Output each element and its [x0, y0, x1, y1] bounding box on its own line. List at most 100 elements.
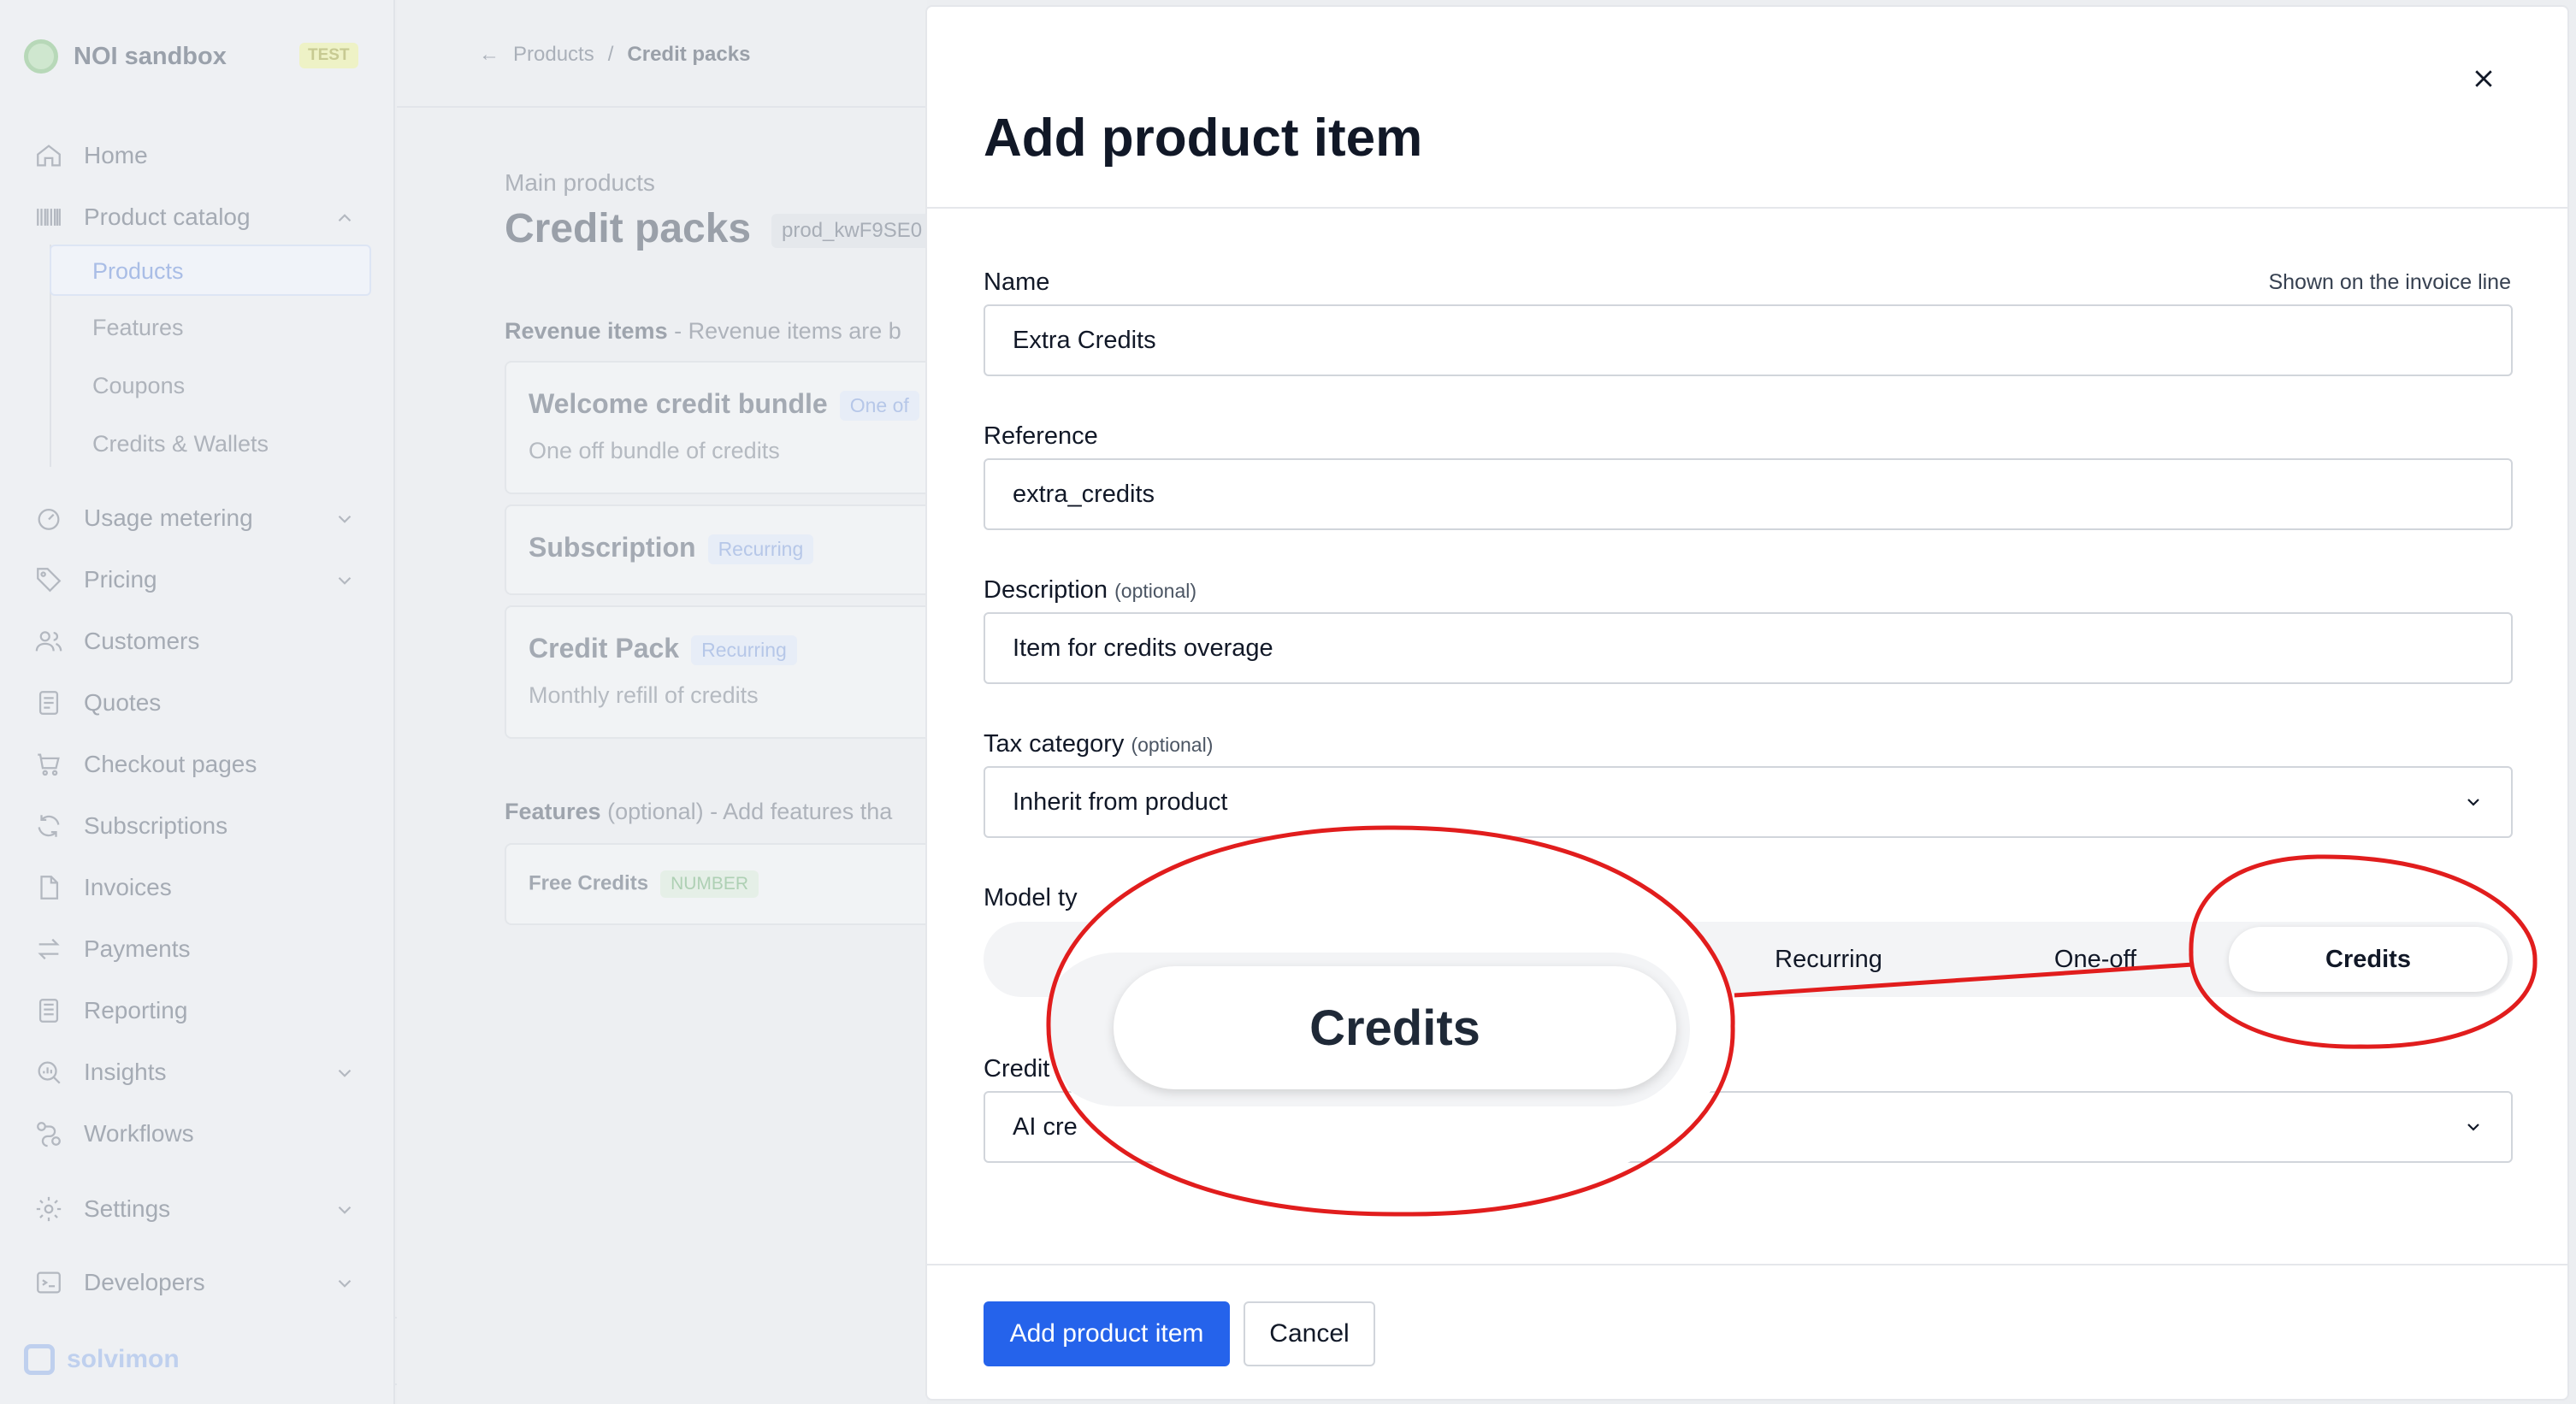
- revenue-item-card[interactable]: Subscription Recurring: [505, 504, 949, 595]
- barcode-icon: [34, 203, 63, 232]
- label-text: Tax category: [984, 730, 1125, 758]
- section-hint: - Add features tha: [710, 799, 893, 824]
- sidebar-item-label: Product catalog: [84, 204, 251, 230]
- breadcrumb-current: Credit packs: [627, 43, 751, 66]
- sidebar-item-insights[interactable]: Insights: [34, 1052, 167, 1093]
- type-badge: Recurring: [707, 534, 814, 565]
- name-hint: Shown on the invoice line: [2268, 270, 2511, 294]
- cart-icon: [34, 750, 63, 779]
- model-type-option-credits[interactable]: Credits: [2229, 927, 2508, 992]
- zoom-background: Credits: [1049, 829, 1733, 1214]
- file-icon: [34, 873, 63, 902]
- cancel-button[interactable]: Cancel: [1244, 1301, 1375, 1366]
- sidebar-item-label: Checkout pages: [84, 751, 257, 777]
- back-arrow-icon[interactable]: ←: [479, 43, 499, 67]
- document-icon: [34, 688, 63, 717]
- sidebar-item-customers[interactable]: Customers: [34, 621, 199, 662]
- sidebar-item-workflows[interactable]: Workflows: [34, 1113, 194, 1154]
- solvimon-logo-icon: [24, 1344, 55, 1375]
- sidebar-item-pricing[interactable]: Pricing: [34, 559, 157, 600]
- workflow-icon: [34, 1119, 63, 1148]
- reference-input[interactable]: [984, 458, 2513, 530]
- name-input[interactable]: [984, 304, 2513, 376]
- sidebar-item-label: Customers: [84, 628, 200, 654]
- sidebar: NOI sandbox TEST Home Product catalog Pr…: [0, 0, 395, 1404]
- revenue-item-card[interactable]: Credit Pack Recurring Monthly refill of c…: [505, 605, 949, 739]
- main-content: ← Products / Credit packs Main products …: [397, 0, 949, 1404]
- select-value: Inherit from product: [1013, 788, 1228, 816]
- sidebar-item-label: Home: [84, 142, 148, 168]
- name-label: Name: [984, 268, 1050, 296]
- sidebar-subitem-products[interactable]: Products: [50, 245, 371, 296]
- close-icon: [2475, 70, 2492, 87]
- sidebar-item-checkout-pages[interactable]: Checkout pages: [34, 744, 257, 785]
- sidebar-item-label: Reporting: [84, 997, 188, 1024]
- sidebar-item-home[interactable]: Home: [34, 135, 148, 176]
- type-badge: One of: [839, 391, 919, 422]
- home-icon: [34, 141, 63, 170]
- card-title-text: Credit Pack: [529, 633, 680, 664]
- brand-name: solvimon: [67, 1345, 180, 1373]
- sidebar-item-subscriptions[interactable]: Subscriptions: [34, 805, 227, 847]
- section-label: Features: [505, 799, 601, 824]
- page-title: Credit packs: [505, 206, 752, 251]
- model-type-option-one-off[interactable]: One-off: [1959, 922, 2232, 997]
- chevron-down-icon[interactable]: [334, 1272, 356, 1295]
- sidebar-subitem-label: Products: [92, 258, 184, 284]
- sidebar-item-reporting[interactable]: Reporting: [34, 990, 187, 1031]
- chevron-up-icon[interactable]: [334, 207, 356, 229]
- tax-category-select[interactable]: Inherit from product: [984, 766, 2513, 838]
- chevron-down-icon: [2467, 1124, 2479, 1131]
- card-title: Welcome credit bundle One of: [529, 388, 919, 422]
- sidebar-item-label: Pricing: [84, 566, 157, 593]
- sidebar-subitem-credits-wallets[interactable]: Credits & Wallets: [92, 431, 269, 457]
- gear-icon: [34, 1195, 63, 1224]
- sidebar-item-quotes[interactable]: Quotes: [34, 682, 161, 723]
- sidebar-subitem-coupons[interactable]: Coupons: [92, 373, 185, 399]
- section-label: Revenue items: [505, 318, 668, 344]
- chevron-down-icon: [2467, 799, 2479, 806]
- zoom-callout: Credits: [1049, 829, 1733, 1214]
- revenue-item-card[interactable]: Welcome credit bundle One of One off bund…: [505, 361, 949, 494]
- card-title: Free Credits NUMBER: [529, 870, 759, 898]
- section-hint: - Revenue items are b: [674, 318, 901, 344]
- sidebar-item-product-catalog[interactable]: Product catalog: [34, 197, 251, 238]
- tag-icon: [34, 565, 63, 594]
- workspace-logo-icon: [24, 39, 58, 74]
- insights-icon: [34, 1058, 63, 1087]
- sidebar-item-invoices[interactable]: Invoices: [34, 867, 172, 908]
- feature-card[interactable]: Free Credits NUMBER: [505, 843, 949, 925]
- sidebar-subitem-features[interactable]: Features: [92, 315, 184, 341]
- product-id-badge[interactable]: prod_kwF9SE0: [771, 214, 933, 248]
- sidebar-item-payments[interactable]: Payments: [34, 929, 191, 970]
- tax-category-label: Tax category (optional): [984, 730, 1213, 758]
- sidebar-item-usage-metering[interactable]: Usage metering: [34, 498, 253, 539]
- users-icon: [34, 627, 63, 656]
- modal-title: Add product item: [984, 109, 1423, 168]
- sidebar-item-label: Developers: [84, 1269, 205, 1295]
- sidebar-item-label: Settings: [84, 1195, 171, 1222]
- chevron-down-icon[interactable]: [334, 569, 356, 592]
- description-input[interactable]: [984, 612, 2513, 684]
- sidebar-item-settings[interactable]: Settings: [34, 1189, 170, 1230]
- breadcrumb-parent[interactable]: Products: [513, 43, 594, 67]
- workspace-name: NOI sandbox: [74, 42, 227, 70]
- chevron-down-icon[interactable]: [334, 508, 356, 530]
- page-subtitle: Main products: [505, 169, 655, 196]
- card-title-text: Subscription: [529, 532, 696, 563]
- optional-tag: (optional): [1131, 734, 1214, 756]
- workspace-switcher[interactable]: NOI sandbox: [24, 38, 227, 75]
- type-badge: NUMBER: [660, 870, 759, 898]
- brand-footer: solvimon: [24, 1344, 180, 1375]
- card-title: Subscription Recurring: [529, 532, 814, 565]
- chevron-down-icon[interactable]: [334, 1062, 356, 1084]
- add-product-item-button[interactable]: Add product item: [984, 1301, 1230, 1366]
- sidebar-item-label: Workflows: [84, 1120, 194, 1147]
- section-optional: (optional): [607, 799, 704, 824]
- sidebar-item-developers[interactable]: Developers: [34, 1262, 205, 1303]
- credit-label: Credit: [984, 1055, 1050, 1082]
- divider: [927, 1264, 2567, 1265]
- chevron-down-icon[interactable]: [334, 1199, 356, 1221]
- close-button[interactable]: [2465, 60, 2502, 97]
- arrows-icon: [34, 935, 63, 964]
